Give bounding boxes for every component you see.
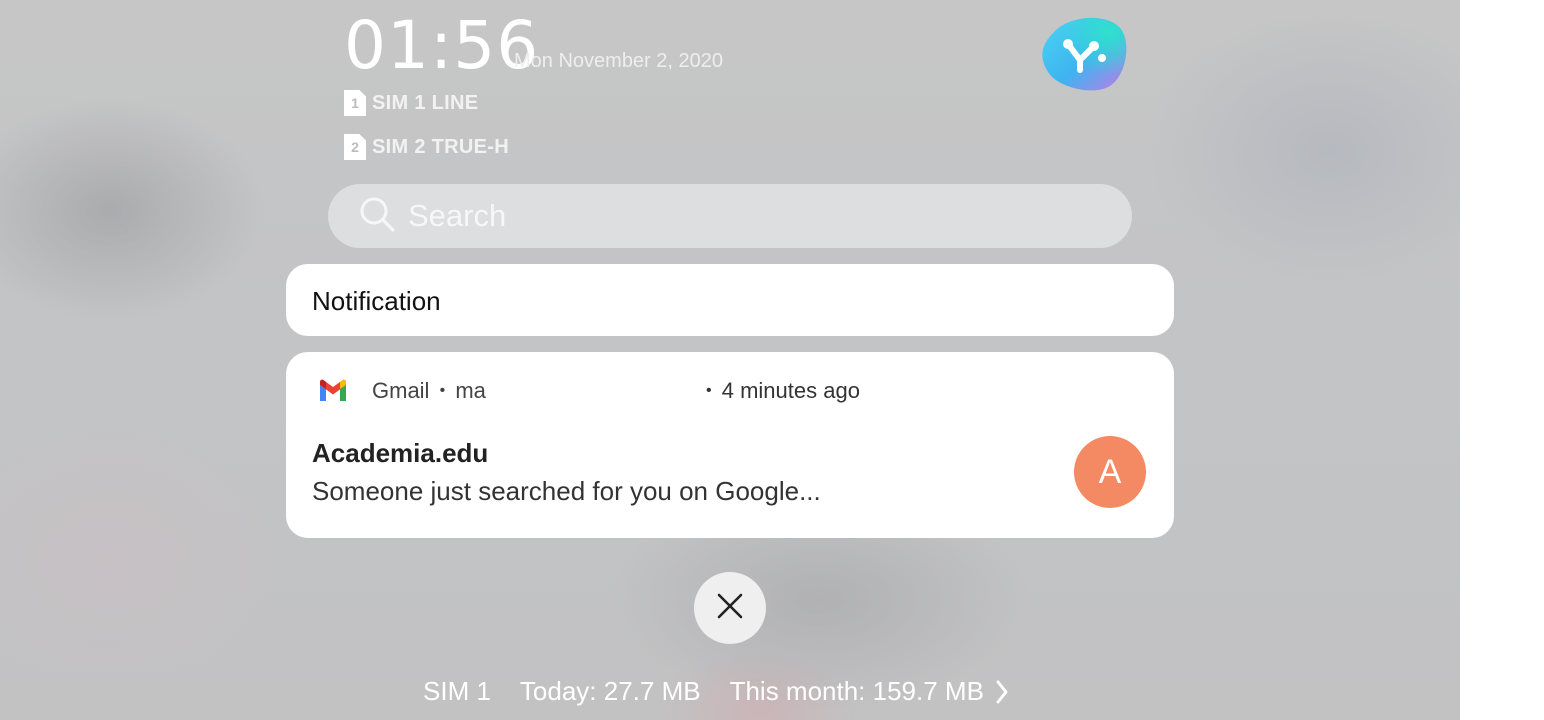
notification-message: Someone just searched for you on Google.…: [312, 476, 821, 506]
sim-card-icon: 2: [344, 134, 366, 160]
data-usage-sim: SIM 1: [423, 676, 491, 706]
notification-app-name: Gmail: [372, 378, 430, 403]
lock-screen: 01:56 Mon November 2, 2020 1 SIM 1 LINE …: [0, 0, 1460, 720]
clock-date: Mon November 2, 2020: [514, 50, 724, 72]
data-usage-today: Today: 27.7 MB: [519, 676, 701, 706]
data-usage-month: This month: 159.7 MB: [729, 676, 984, 706]
dismiss-button[interactable]: [694, 572, 766, 644]
separator-dot: •: [439, 382, 446, 399]
notification-time-info: • 4 minutes ago: [706, 378, 860, 404]
search-icon: [358, 195, 396, 238]
notification-header-title: Notification: [312, 286, 441, 316]
sim-label: SIM 2 TRUE-H: [372, 135, 509, 158]
close-icon: [716, 592, 744, 625]
notification-account: ma: [455, 378, 486, 403]
avatar: A: [1074, 436, 1146, 508]
sim-status-1: 1 SIM 1 LINE: [344, 90, 478, 116]
notification-sender: Academia.edu: [312, 438, 489, 468]
notification-app-info: Gmail • ma: [372, 378, 486, 404]
clock-time: 01:56: [344, 7, 540, 84]
search-placeholder: Search: [408, 198, 507, 233]
gmail-notification[interactable]: Gmail • ma • 4 minutes ago Academia.edu …: [286, 352, 1174, 538]
sim-status-2: 2 SIM 2 TRUE-H: [344, 134, 509, 160]
assistant-logo-icon[interactable]: [1040, 14, 1128, 92]
gmail-icon: [318, 379, 348, 403]
separator-dot: •: [706, 382, 712, 399]
sim-label: SIM 1 LINE: [372, 91, 479, 114]
chevron-right-icon: [995, 679, 1009, 705]
search-bar[interactable]: Search: [328, 184, 1132, 248]
notification-time: 4 minutes ago: [721, 378, 860, 403]
sim-card-icon: 1: [344, 90, 366, 116]
data-usage-bar[interactable]: SIM 1 Today: 27.7 MB This month: 159.7 M…: [423, 676, 1009, 707]
notification-header-card: Notification: [286, 264, 1174, 336]
